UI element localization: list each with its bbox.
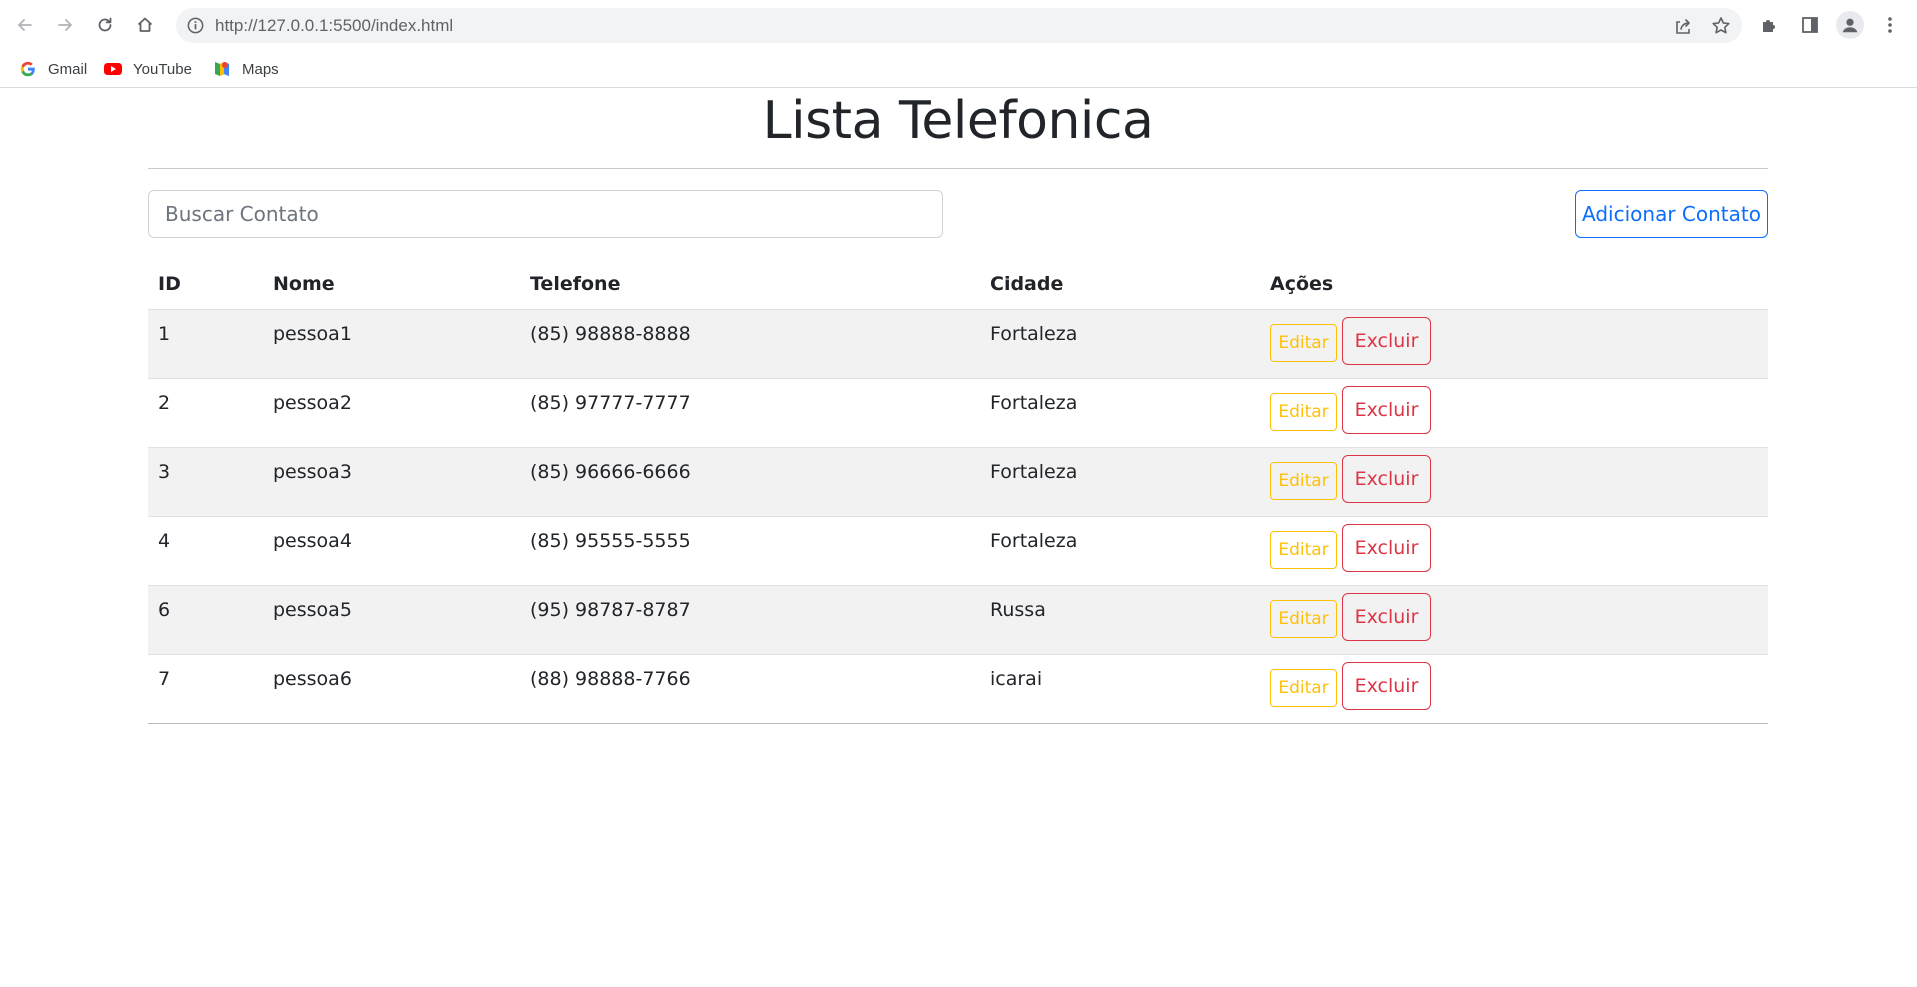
delete-button[interactable]: Excluir — [1342, 523, 1431, 572]
edit-button[interactable]: Editar — [1270, 324, 1337, 362]
home-icon — [137, 17, 153, 32]
cell-id: 1 — [148, 309, 263, 379]
cell-actions: Editar Excluir — [1260, 516, 1768, 586]
browser-toolbar: http://127.0.0.1:5500/index.html — [0, 0, 1917, 50]
home-button[interactable] — [130, 10, 160, 40]
table-row: 2 pessoa2 (85) 97777-7777 Fortaleza Edit… — [148, 378, 1768, 448]
header-id: ID — [148, 260, 263, 310]
cell-actions: Editar Excluir — [1260, 378, 1768, 448]
cell-telefone: (85) 95555-5555 — [520, 516, 980, 586]
edit-button[interactable]: Editar — [1270, 393, 1337, 431]
cell-id: 4 — [148, 516, 263, 586]
delete-button[interactable]: Excluir — [1342, 316, 1431, 365]
url-text[interactable]: http://127.0.0.1:5500/index.html — [215, 16, 453, 36]
table-row: 6 pessoa5 (95) 98787-8787 Russa Editar Ex… — [148, 585, 1768, 655]
edit-button[interactable]: Editar — [1270, 600, 1337, 638]
search-input[interactable] — [148, 190, 943, 238]
cell-nome: pessoa4 — [263, 516, 520, 586]
address-bar[interactable]: http://127.0.0.1:5500/index.html — [176, 8, 1742, 43]
cell-telefone: (85) 98888-8888 — [520, 309, 980, 379]
reload-button[interactable] — [90, 10, 120, 40]
edit-button[interactable]: Editar — [1270, 669, 1337, 707]
table-row: 1 pessoa1 (85) 98888-8888 Fortaleza Edit… — [148, 309, 1768, 379]
browser-menu-button[interactable] — [1877, 12, 1903, 38]
profile-avatar[interactable] — [1836, 11, 1864, 39]
cell-cidade: Fortaleza — [980, 516, 1260, 586]
cell-cidade: Russa — [980, 585, 1260, 655]
cell-id: 3 — [148, 447, 263, 517]
cell-actions: Editar Excluir — [1260, 447, 1768, 517]
youtube-icon — [103, 59, 123, 79]
forward-arrow-icon — [58, 19, 72, 31]
cell-nome: pessoa5 — [263, 585, 520, 655]
bookmark-label: YouTube — [133, 60, 192, 78]
cell-nome: pessoa3 — [263, 447, 520, 517]
star-icon[interactable] — [1710, 15, 1732, 37]
avatar-icon — [1842, 18, 1858, 33]
cell-id: 7 — [148, 654, 263, 724]
contacts-table: ID Nome Telefone Cidade Ações 1 pessoa1 … — [148, 260, 1768, 724]
header-nome: Nome — [263, 260, 520, 310]
page-title: Lista Telefonica — [762, 91, 1154, 151]
delete-button[interactable]: Excluir — [1342, 592, 1431, 641]
table-row: 4 pessoa4 (85) 95555-5555 Fortaleza Edit… — [148, 516, 1768, 586]
back-arrow-icon — [18, 19, 32, 31]
cell-actions: Editar Excluir — [1260, 309, 1768, 379]
bookmark-label: Maps — [242, 60, 279, 78]
cell-telefone: (85) 96666-6666 — [520, 447, 980, 517]
cell-telefone: (95) 98787-8787 — [520, 585, 980, 655]
cell-nome: pessoa6 — [263, 654, 520, 724]
bookmark-maps[interactable]: Maps — [212, 56, 279, 82]
back-button[interactable] — [10, 10, 40, 40]
bookmarks-bar: Gmail YouTube Maps — [0, 50, 1917, 88]
edit-button[interactable]: Editar — [1270, 531, 1337, 569]
google-g-icon — [18, 59, 38, 79]
cell-id: 2 — [148, 378, 263, 448]
cell-telefone: (88) 98888-7766 — [520, 654, 980, 724]
table-header-row: ID Nome Telefone Cidade Ações — [148, 260, 1768, 310]
table-row: 3 pessoa3 (85) 96666-6666 Fortaleza Edit… — [148, 447, 1768, 517]
header-telefone: Telefone — [520, 260, 980, 310]
forward-button[interactable] — [50, 10, 80, 40]
extensions-button[interactable] — [1757, 12, 1783, 38]
kebab-menu-icon — [1888, 17, 1892, 33]
puzzle-icon — [1763, 20, 1775, 32]
bookmark-youtube[interactable]: YouTube — [103, 56, 192, 82]
cell-cidade: icarai — [980, 654, 1260, 724]
delete-button[interactable]: Excluir — [1342, 661, 1431, 710]
title-divider — [148, 168, 1768, 169]
delete-button[interactable]: Excluir — [1342, 385, 1431, 434]
edit-button[interactable]: Editar — [1270, 462, 1337, 500]
cell-actions: Editar Excluir — [1260, 585, 1768, 655]
info-icon[interactable] — [186, 16, 205, 35]
add-contact-button[interactable]: Adicionar Contato — [1575, 190, 1768, 238]
side-panel-icon — [1802, 17, 1818, 33]
header-acoes: Ações — [1260, 260, 1768, 310]
cell-cidade: Fortaleza — [980, 447, 1260, 517]
header-cidade: Cidade — [980, 260, 1260, 310]
cell-nome: pessoa2 — [263, 378, 520, 448]
cell-nome: pessoa1 — [263, 309, 520, 379]
side-panel-button[interactable] — [1797, 12, 1823, 38]
share-icon[interactable] — [1672, 15, 1694, 37]
table-row: 7 pessoa6 (88) 98888-7766 icarai Editar E… — [148, 654, 1768, 724]
cell-cidade: Fortaleza — [980, 378, 1260, 448]
cell-actions: Editar Excluir — [1260, 654, 1768, 724]
reload-icon — [98, 17, 112, 32]
maps-pin-icon — [212, 59, 232, 79]
cell-id: 6 — [148, 585, 263, 655]
cell-cidade: Fortaleza — [980, 309, 1260, 379]
bookmark-gmail[interactable]: Gmail — [18, 56, 87, 82]
bookmark-label: Gmail — [48, 60, 88, 78]
delete-button[interactable]: Excluir — [1342, 454, 1431, 503]
cell-telefone: (85) 97777-7777 — [520, 378, 980, 448]
